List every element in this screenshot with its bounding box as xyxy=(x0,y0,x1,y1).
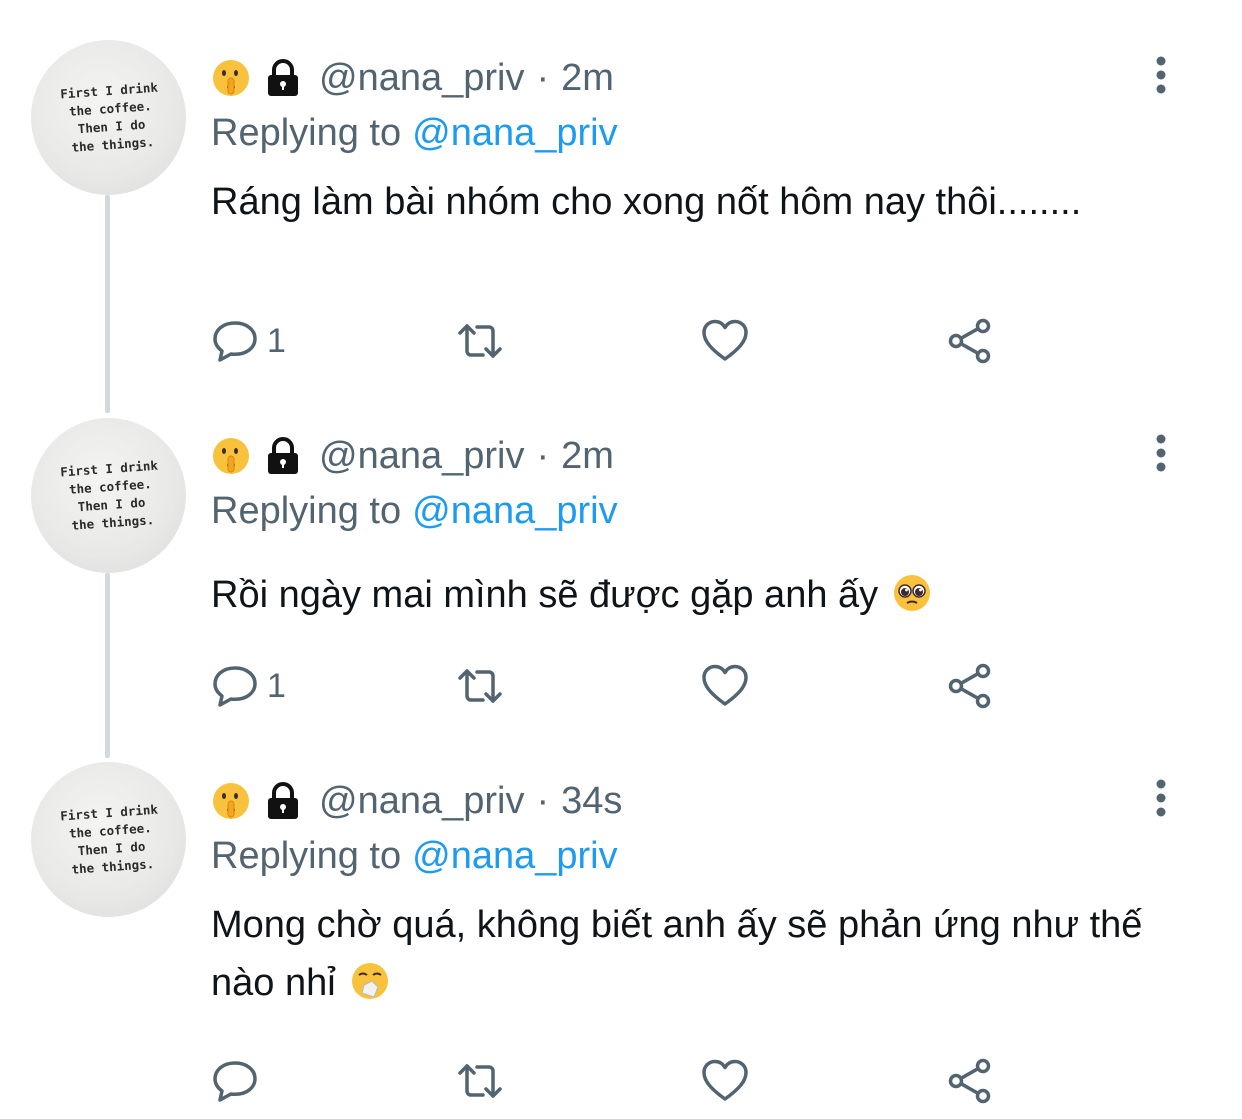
more-vertical-icon[interactable] xyxy=(1148,777,1174,819)
retweet-icon xyxy=(458,1064,502,1098)
separator: · xyxy=(536,779,550,822)
mention-link[interactable]: @nana_priv xyxy=(412,835,617,877)
tweet-handle[interactable]: @nana_priv xyxy=(319,780,524,823)
tweet-time[interactable]: 34s xyxy=(561,780,622,823)
tweet-text: Mong chờ quá, không biết anh ấy sẽ phản … xyxy=(211,896,1171,1012)
reply-icon xyxy=(213,1061,257,1102)
like-button[interactable] xyxy=(701,1056,749,1106)
shushing-face-icon xyxy=(213,783,249,819)
tweet[interactable]: First I drink the coffee. Then I do the … xyxy=(0,0,1242,1119)
avatar-print-text: First I drink the coffee. Then I do the … xyxy=(59,801,159,877)
replying-to: Replying to @nana_priv xyxy=(211,835,618,878)
share-icon xyxy=(948,1058,991,1104)
retweet-button[interactable] xyxy=(456,1056,504,1106)
lock-icon xyxy=(268,782,298,819)
share-button[interactable] xyxy=(946,1056,994,1106)
avatar[interactable]: First I drink the coffee. Then I do the … xyxy=(31,762,186,917)
tweet-actions xyxy=(211,1056,1011,1106)
heart-icon xyxy=(702,1059,748,1101)
tweet-header: @nana_priv · 34s xyxy=(211,776,622,826)
sneezing-face-icon xyxy=(351,963,388,999)
replying-prefix: Replying to xyxy=(211,835,402,877)
reply-button[interactable] xyxy=(211,1056,267,1106)
